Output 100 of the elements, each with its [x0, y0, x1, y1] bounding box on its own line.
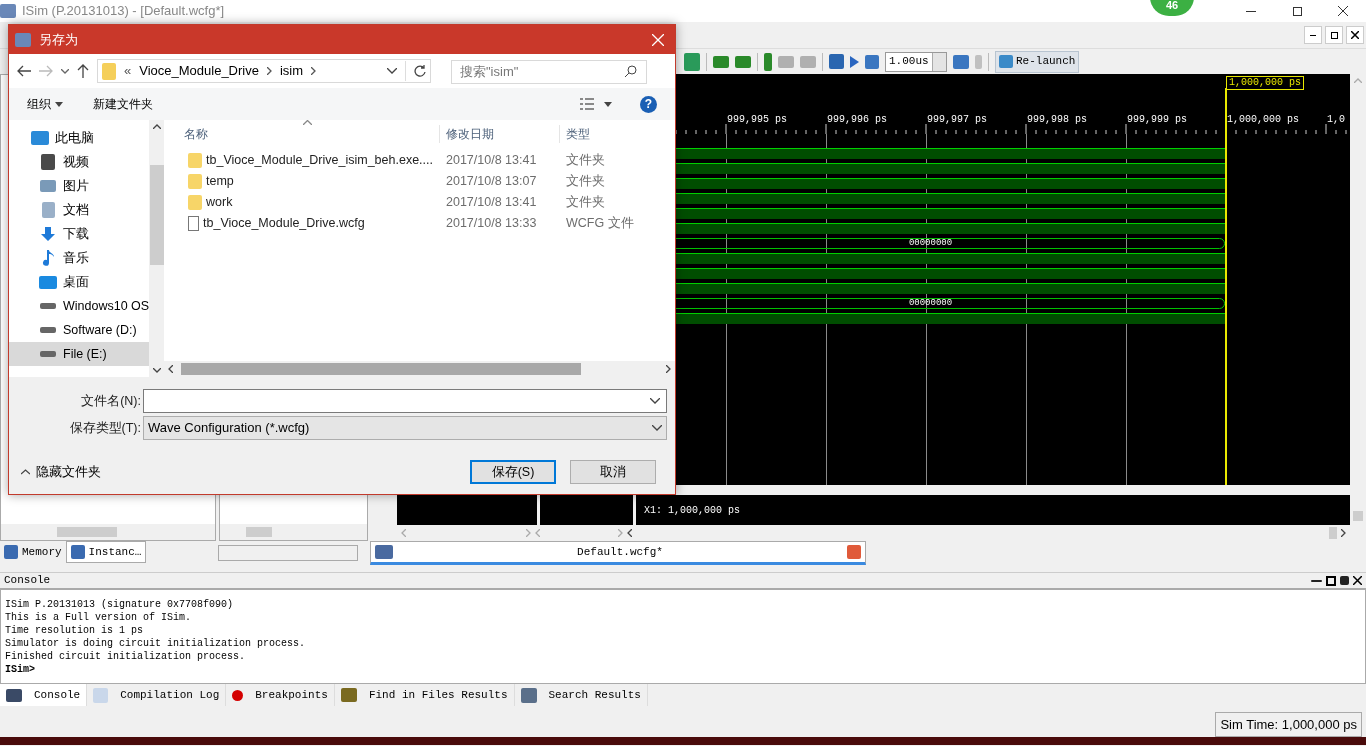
file-name[interactable]: tb_Vioce_Module_Drive_isim_beh.exe.... — [206, 151, 433, 170]
console-tab[interactable]: Console — [0, 684, 88, 706]
console-line: Time resolution is 1 ps — [5, 624, 145, 637]
file-date: 2017/10/8 13:41 — [445, 194, 538, 212]
chevron-left-icon — [401, 529, 406, 537]
close-icon — [1338, 6, 1348, 16]
document-tab[interactable]: Default.wcfg* — [370, 541, 866, 565]
new-folder-button[interactable]: 新建文件夹 — [93, 95, 153, 113]
save-button[interactable]: 保存(S) — [470, 460, 556, 484]
file-type: WCFG 文件 — [565, 215, 634, 233]
chevron-right-icon — [666, 365, 671, 373]
ruler-label: 999,995 ps — [727, 114, 787, 126]
close-icon[interactable] — [1353, 576, 1362, 585]
time-select[interactable]: 1.00us — [885, 51, 947, 72]
nav-item[interactable]: File (E:) — [9, 342, 150, 366]
back-arrow-icon[interactable] — [17, 65, 31, 77]
music-note-icon — [41, 249, 55, 267]
chevron-right-icon[interactable] — [266, 67, 272, 75]
help-icon[interactable]: ? — [640, 95, 657, 113]
console-line: ISim> — [5, 663, 36, 676]
mdi-close-button[interactable] — [1346, 26, 1364, 44]
nav-item[interactable]: 文档 — [9, 198, 150, 222]
relaunch-button[interactable]: Re-launch — [995, 50, 1080, 73]
file-type: 文件夹 — [565, 173, 605, 191]
scrollbar-thumb[interactable] — [1329, 527, 1337, 539]
nav-item[interactable]: 视频 — [9, 150, 150, 174]
file-date: 2017/10/8 13:33 — [445, 215, 538, 233]
play-icon — [850, 55, 859, 68]
column-header[interactable]: 修改日期 — [440, 125, 560, 143]
file-icon — [188, 216, 199, 231]
horizontal-scrollbar[interactable] — [1, 524, 215, 540]
vertical-scrollbar[interactable] — [149, 120, 164, 377]
desktop-icon — [39, 275, 57, 289]
address-bar[interactable]: « Vioce_Module_Drive isim — [97, 59, 431, 83]
panel-tab[interactable]: Memory — [0, 541, 66, 563]
chevron-up-icon — [152, 124, 161, 129]
ruler-label: 999,999 ps — [1127, 114, 1187, 126]
file-name[interactable]: tb_Vioce_Module_Drive.wcfg — [203, 214, 365, 233]
breadcrumb-overflow[interactable]: « — [124, 61, 132, 81]
drive-icon — [40, 327, 56, 333]
console-tab[interactable]: Search Results — [514, 684, 648, 706]
console-title: Console — [4, 573, 51, 589]
horizontal-scrollbar[interactable] — [218, 545, 358, 561]
chevron-down-icon — [650, 398, 660, 404]
close-icon — [652, 33, 664, 46]
nav-item[interactable]: 音乐 — [9, 246, 150, 270]
filename-field[interactable] — [143, 389, 667, 413]
chevron-down-icon[interactable] — [387, 68, 397, 74]
nav-item[interactable]: 桌面 — [9, 270, 150, 294]
folder-icon — [102, 62, 116, 80]
nav-item[interactable]: 下载 — [9, 222, 150, 246]
breadcrumb-item[interactable]: isim — [279, 61, 304, 81]
column-header[interactable]: 类型 — [560, 125, 590, 143]
dialog-title: 另存为 — [39, 30, 78, 49]
cursor-readout: X1: 1,000,000 ps — [644, 503, 740, 518]
nav-item[interactable]: Software (D:) — [9, 318, 150, 342]
horizontal-scrollbar[interactable] — [220, 524, 367, 540]
notification-badge: 46 — [1150, 0, 1194, 16]
search-field[interactable]: 搜索"isim" — [451, 59, 647, 84]
nav-item[interactable]: 此电脑 — [9, 126, 150, 150]
file-name[interactable]: temp — [206, 172, 234, 191]
nav-item[interactable]: Windows10 OS — [9, 294, 150, 318]
view-options-icon[interactable] — [580, 98, 594, 110]
console-tab[interactable]: Breakpoints — [226, 684, 335, 706]
horizontal-scrollbar[interactable] — [164, 361, 675, 377]
chevron-up-icon — [1354, 78, 1362, 83]
folder-icon — [188, 174, 202, 189]
file-date: 2017/10/8 13:07 — [445, 173, 538, 191]
chevron-down-icon[interactable] — [61, 68, 69, 74]
file-name[interactable]: work — [206, 193, 233, 212]
console-line: ISim P.20131013 (signature 0x7708f090) — [5, 598, 235, 611]
column-header[interactable]: 名称 — [164, 125, 440, 143]
console-tab[interactable]: Find in Files Results — [334, 684, 515, 706]
sort-caret-icon — [303, 120, 312, 125]
panel-tab[interactable]: Instanc… — [65, 541, 147, 563]
chevron-right-icon[interactable] — [311, 67, 317, 75]
ruler-label: 1,000,000 ps — [1227, 114, 1299, 126]
caret-icon — [55, 101, 63, 107]
up-arrow-icon[interactable] — [77, 64, 89, 78]
file-type-label: 保存类型(T): — [68, 419, 142, 437]
cursor-time-label: 1,000,000 ps — [1226, 76, 1304, 90]
ruler-label: 999,996 ps — [827, 114, 887, 126]
console-tab[interactable]: Compilation Log — [87, 684, 227, 706]
chevron-up-icon — [21, 469, 30, 475]
ruler-label: 999,998 ps — [1027, 114, 1087, 126]
mdi-restore-button[interactable] — [1325, 26, 1343, 44]
breadcrumb-item[interactable]: Vioce_Module_Drive — [139, 61, 259, 81]
file-type-select[interactable]: Wave Configuration (*.wcfg) — [143, 416, 667, 440]
chevron-right-icon — [618, 529, 623, 537]
hide-folders-toggle[interactable]: 隐藏文件夹 — [17, 462, 101, 482]
file-type: 文件夹 — [565, 194, 605, 212]
search-icon — [625, 65, 637, 77]
cancel-button[interactable]: 取消 — [570, 460, 656, 484]
scrollbar-thumb[interactable] — [1353, 511, 1363, 521]
drive-icon — [40, 351, 56, 357]
maximize-icon[interactable] — [1326, 575, 1336, 586]
nav-item[interactable]: 图片 — [9, 174, 150, 198]
chevron-right-icon — [526, 529, 531, 537]
caret-icon[interactable] — [604, 101, 612, 107]
organize-menu[interactable]: 组织 — [27, 95, 63, 113]
